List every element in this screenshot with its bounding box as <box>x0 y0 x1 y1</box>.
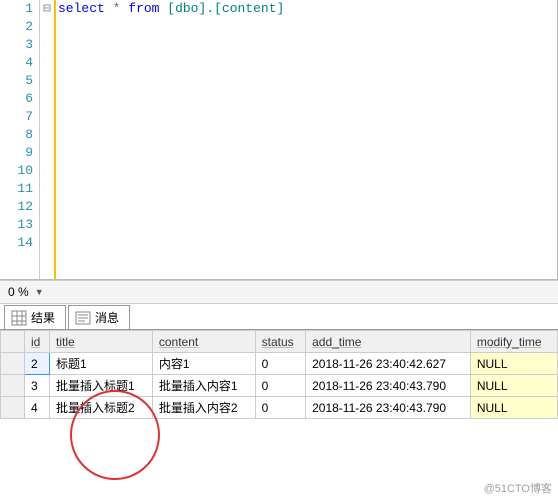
watermark: @51CTO博客 <box>484 480 552 496</box>
col-status[interactable]: status <box>255 331 305 353</box>
cell-add-time[interactable]: 2018-11-26 23:40:43.790 <box>306 397 471 419</box>
zoom-bar: 0 % ▼ <box>0 280 558 304</box>
cell-title[interactable]: 批量插入标题1 <box>50 375 153 397</box>
cell-content[interactable]: 批量插入内容1 <box>152 375 255 397</box>
line-number: 10 <box>0 162 35 180</box>
operator: * <box>113 1 121 16</box>
tab-messages-label: 消息 <box>95 309 119 326</box>
line-number-gutter: 1 2 3 4 5 6 7 8 9 10 11 12 13 14 <box>0 0 40 279</box>
zoom-level[interactable]: 0 % <box>4 283 33 301</box>
table-row[interactable]: 4 批量插入标题2 批量插入内容2 0 2018-11-26 23:40:43.… <box>1 397 558 419</box>
cell-status[interactable]: 0 <box>255 375 305 397</box>
code-line[interactable]: select * from [dbo].[content] <box>58 0 557 18</box>
result-tabs: 结果 消息 <box>0 304 558 330</box>
line-number: 9 <box>0 144 35 162</box>
cell-id[interactable]: 3 <box>25 375 50 397</box>
cell-modify-time[interactable]: NULL <box>470 375 557 397</box>
line-number: 12 <box>0 198 35 216</box>
tab-results[interactable]: 结果 <box>4 305 66 329</box>
line-number: 3 <box>0 36 35 54</box>
col-title[interactable]: title <box>50 331 153 353</box>
line-number: 11 <box>0 180 35 198</box>
keyword: select <box>58 1 105 16</box>
line-number: 2 <box>0 18 35 36</box>
cell-title[interactable]: 批量插入标题2 <box>50 397 153 419</box>
row-number[interactable] <box>1 375 25 397</box>
line-number: 7 <box>0 108 35 126</box>
cell-status[interactable]: 0 <box>255 397 305 419</box>
line-number: 8 <box>0 126 35 144</box>
col-id[interactable]: id <box>25 331 50 353</box>
chevron-down-icon[interactable]: ▼ <box>35 287 44 297</box>
cell-id[interactable]: 2 <box>25 353 50 375</box>
col-add-time[interactable]: add_time <box>306 331 471 353</box>
cell-content[interactable]: 批量插入内容2 <box>152 397 255 419</box>
cell-modify-time[interactable]: NULL <box>470 353 557 375</box>
cell-title[interactable]: 标题1 <box>50 353 153 375</box>
cell-add-time[interactable]: 2018-11-26 23:40:43.790 <box>306 375 471 397</box>
fold-marker-icon[interactable]: ⊟ <box>40 0 54 18</box>
row-header-blank <box>1 331 25 353</box>
line-number: 6 <box>0 90 35 108</box>
line-number: 5 <box>0 72 35 90</box>
line-number: 14 <box>0 234 35 252</box>
fold-gutter: ⊟ <box>40 0 54 279</box>
messages-icon <box>75 310 91 326</box>
object-name: [dbo].[content] <box>167 1 284 16</box>
cell-id[interactable]: 4 <box>25 397 50 419</box>
cell-modify-time[interactable]: NULL <box>470 397 557 419</box>
line-number: 1 <box>0 0 35 18</box>
col-modify-time[interactable]: modify_time <box>470 331 557 353</box>
line-number: 13 <box>0 216 35 234</box>
row-number[interactable] <box>1 397 25 419</box>
sql-editor[interactable]: 1 2 3 4 5 6 7 8 9 10 11 12 13 14 ⊟ selec… <box>0 0 558 280</box>
code-area[interactable]: select * from [dbo].[content] <box>54 0 557 279</box>
tab-results-label: 结果 <box>31 309 55 326</box>
cell-status[interactable]: 0 <box>255 353 305 375</box>
cell-content[interactable]: 内容1 <box>152 353 255 375</box>
cell-add-time[interactable]: 2018-11-26 23:40:42.627 <box>306 353 471 375</box>
table-row[interactable]: 2 标题1 内容1 0 2018-11-26 23:40:42.627 NULL <box>1 353 558 375</box>
grid-icon <box>11 310 27 326</box>
col-content[interactable]: content <box>152 331 255 353</box>
tab-messages[interactable]: 消息 <box>68 305 130 329</box>
keyword: from <box>128 1 159 16</box>
line-number: 4 <box>0 54 35 72</box>
results-grid[interactable]: id title content status add_time modify_… <box>0 330 558 419</box>
table-row[interactable]: 3 批量插入标题1 批量插入内容1 0 2018-11-26 23:40:43.… <box>1 375 558 397</box>
header-row: id title content status add_time modify_… <box>1 331 558 353</box>
row-number[interactable] <box>1 353 25 375</box>
